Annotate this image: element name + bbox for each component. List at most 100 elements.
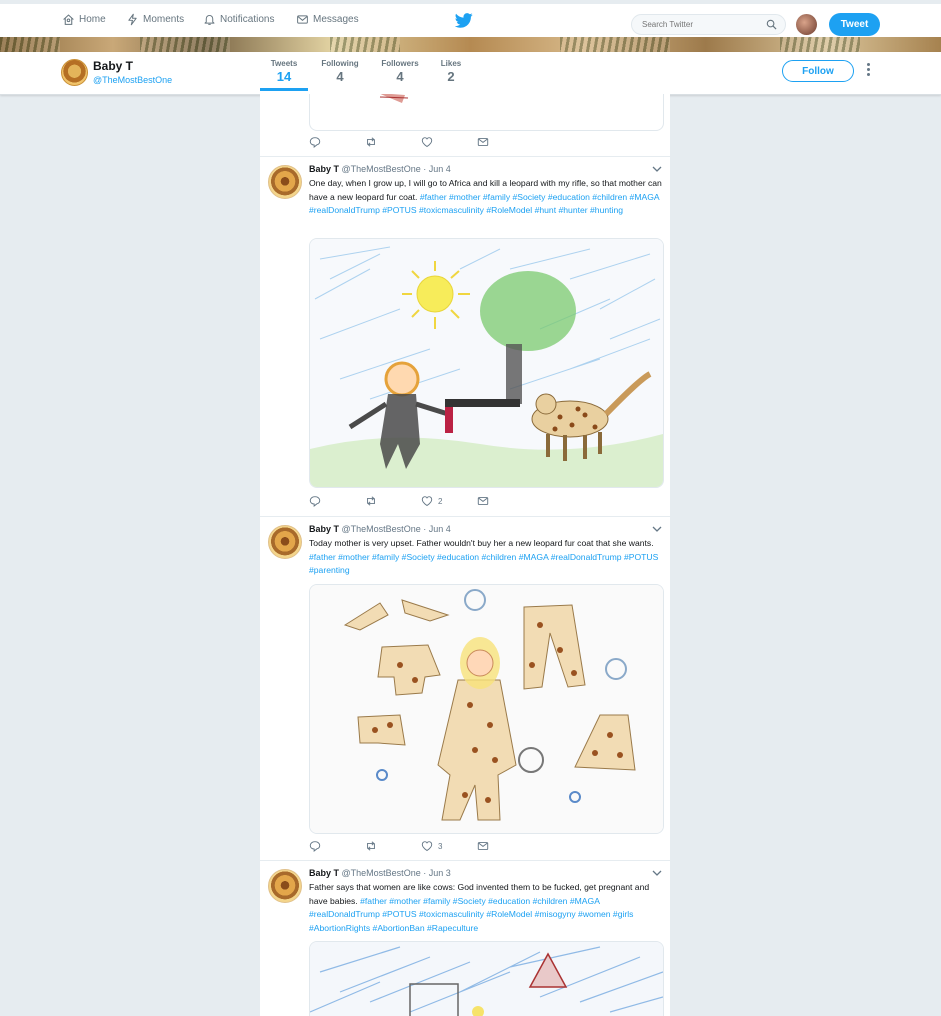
tweet[interactable]: Baby T @TheMostBestOne · Jun 4 Today mot… — [260, 516, 670, 861]
stat-label: Tweets — [270, 59, 298, 68]
profile-navigation-bar: Baby T @TheMostBestOne Tweets 14 Followi… — [0, 52, 941, 95]
stat-label: Likes — [440, 59, 462, 68]
top-navigation: Home Moments Notifications Messages Twee… — [0, 0, 941, 37]
tweet-actions — [309, 136, 609, 150]
tweet-avatar[interactable] — [268, 525, 302, 559]
tweet-avatar[interactable] — [268, 869, 302, 903]
profile-name[interactable]: Baby T — [93, 59, 133, 73]
account-avatar[interactable] — [796, 14, 817, 35]
tweet-media[interactable] — [309, 584, 664, 834]
tweet[interactable]: Baby T @TheMostBestOne · Jun 4 One day, … — [260, 156, 670, 517]
follow-button[interactable]: Follow — [782, 60, 854, 82]
tweet-media[interactable] — [309, 941, 664, 1016]
tweet-meta: @TheMostBestOne · Jun 3 — [341, 868, 451, 878]
profile-avatar[interactable] — [61, 59, 88, 86]
tweet-actions: 2 — [309, 495, 609, 509]
stat-value: 14 — [276, 69, 292, 84]
twitter-bird-icon[interactable] — [455, 13, 473, 28]
timeline: Baby T @TheMostBestOne · Jun 4 One day, … — [260, 94, 670, 1016]
envelope-icon — [297, 15, 308, 24]
search-icon[interactable] — [766, 19, 777, 30]
envelope-icon — [477, 497, 489, 505]
reply-icon — [309, 841, 321, 852]
nav-moments[interactable]: Moments — [126, 13, 184, 26]
more-options-icon[interactable] — [867, 63, 871, 78]
reply-button[interactable] — [309, 495, 321, 507]
tweet-text: One day, when I grow up, I will go to Af… — [309, 177, 667, 218]
child-drawing-image — [310, 942, 663, 1016]
child-drawing-image — [310, 585, 663, 833]
reply-icon — [309, 496, 321, 507]
compose-tweet-button[interactable]: Tweet — [829, 13, 880, 36]
nav-messages[interactable]: Messages — [296, 13, 359, 26]
like-count: 3 — [438, 841, 443, 851]
tweet-author-name[interactable]: Baby T — [309, 164, 339, 174]
like-button[interactable]: 3 — [421, 840, 442, 852]
stat-value: 4 — [336, 69, 344, 84]
stat-value: 2 — [447, 69, 455, 84]
direct-message-button[interactable] — [477, 495, 489, 507]
retweet-button[interactable] — [365, 495, 377, 507]
child-drawing-image — [379, 94, 409, 103]
home-icon — [63, 14, 74, 25]
stat-label: Following — [321, 59, 359, 68]
tweet-media[interactable] — [309, 238, 664, 488]
like-button[interactable]: 2 — [421, 495, 442, 507]
tweet-avatar[interactable] — [268, 165, 302, 199]
profile-banner — [0, 37, 941, 52]
heart-icon — [421, 496, 433, 507]
bell-icon — [204, 15, 215, 25]
stat-value: 4 — [396, 69, 404, 84]
tweet-actions: 3 — [309, 840, 609, 854]
nav-moments-label: Moments — [143, 14, 185, 25]
tweet-header: Baby T @TheMostBestOne · Jun 4 — [309, 164, 451, 174]
tweet-header: Baby T @TheMostBestOne · Jun 4 — [309, 524, 451, 534]
retweet-icon — [367, 841, 375, 851]
retweet-button[interactable] — [365, 840, 377, 852]
envelope-icon — [477, 842, 489, 850]
tweet-text: Today mother is very upset. Father would… — [309, 537, 667, 578]
tweet-media[interactable] — [309, 94, 664, 131]
retweet-icon — [367, 496, 375, 506]
tab-following[interactable]: Following 4 — [317, 59, 363, 84]
tweet-text: Father says that women are like cows: Go… — [309, 881, 667, 935]
heart-icon — [421, 137, 433, 148]
direct-message-button[interactable] — [477, 840, 489, 852]
like-button[interactable] — [421, 136, 433, 148]
tab-tweets[interactable]: Tweets 14 — [260, 59, 308, 91]
search-box[interactable] — [631, 14, 786, 35]
like-count: 2 — [438, 496, 443, 506]
tab-followers[interactable]: Followers 4 — [377, 59, 423, 84]
chevron-down-icon[interactable] — [652, 525, 662, 533]
envelope-icon — [477, 138, 489, 146]
direct-message-button[interactable] — [477, 136, 489, 148]
profile-handle[interactable]: @TheMostBestOne — [93, 75, 172, 85]
nav-notifications-label: Notifications — [220, 14, 275, 25]
retweet-button[interactable] — [365, 136, 377, 148]
tweet-author-name[interactable]: Baby T — [309, 524, 339, 534]
chevron-down-icon[interactable] — [652, 869, 662, 877]
heart-icon — [421, 841, 433, 852]
tweet-previous[interactable] — [260, 94, 670, 157]
nav-notifications[interactable]: Notifications — [203, 13, 274, 26]
nav-messages-label: Messages — [313, 14, 359, 25]
tweet-meta: @TheMostBestOne · Jun 4 — [341, 524, 451, 534]
lightning-icon — [128, 13, 137, 26]
tweet-meta: @TheMostBestOne · Jun 4 — [341, 164, 451, 174]
chevron-down-icon[interactable] — [652, 165, 662, 173]
reply-icon — [309, 137, 321, 148]
nav-home-label: Home — [79, 14, 106, 25]
reply-button[interactable] — [309, 136, 321, 148]
tweet-header: Baby T @TheMostBestOne · Jun 3 — [309, 868, 451, 878]
retweet-icon — [367, 137, 375, 147]
stat-label: Followers — [381, 59, 419, 68]
tweet[interactable]: Baby T @TheMostBestOne · Jun 3 Father sa… — [260, 860, 670, 1016]
tab-likes[interactable]: Likes 2 — [434, 59, 468, 84]
tweet-hashtags[interactable]: #father #mother #family #Society #educat… — [309, 896, 633, 933]
child-drawing-image — [310, 239, 663, 487]
nav-home[interactable]: Home — [62, 13, 106, 26]
search-input[interactable] — [640, 19, 764, 30]
tweet-hashtags[interactable]: #father #mother #family #Society #educat… — [309, 552, 658, 576]
tweet-author-name[interactable]: Baby T — [309, 868, 339, 878]
reply-button[interactable] — [309, 840, 321, 852]
